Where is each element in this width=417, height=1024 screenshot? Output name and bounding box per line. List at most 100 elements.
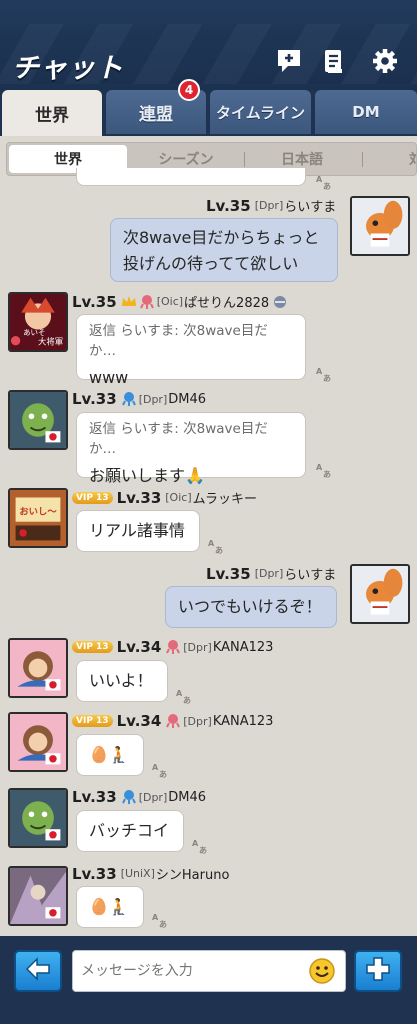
avatar[interactable] <box>8 390 68 450</box>
user-name[interactable]: シンHaruno <box>156 864 230 883</box>
svg-text:あ: あ <box>199 846 207 854</box>
user-level: Lv.33 <box>72 788 117 806</box>
footer-bar <box>0 936 417 1024</box>
avatar[interactable] <box>8 788 68 848</box>
user-level: Lv.35 <box>72 292 117 311</box>
message-text: 投げんの待ってて欲しい <box>123 254 299 273</box>
svg-text:A: A <box>208 539 215 548</box>
svg-text:A: A <box>192 839 199 848</box>
message-author: VIP 13 Lv.33 [Oic] ムラッキー <box>72 488 257 507</box>
message-bubble[interactable]: いつでもいけるぞ！ <box>165 586 337 628</box>
helmet-icon <box>272 294 288 310</box>
tab-world[interactable]: 世界 <box>2 90 102 136</box>
svg-text:あ: あ <box>183 696 191 704</box>
message-bubble[interactable]: 🥚🧎 <box>76 886 144 928</box>
avatar[interactable] <box>8 866 68 926</box>
user-name[interactable]: KANA123 <box>213 714 274 729</box>
avatar[interactable] <box>8 712 68 772</box>
user-guild: [Oic] <box>156 295 184 308</box>
user-level: Lv.34 <box>116 638 162 656</box>
translate-icon[interactable]: Aあ <box>316 366 332 383</box>
new-chat-button[interactable] <box>274 48 304 78</box>
avatar[interactable]: おいし〜 <box>8 488 68 548</box>
user-name[interactable]: DM46 <box>168 392 206 407</box>
message-text: リアル諸事情 <box>89 521 185 540</box>
user-guild: [UniX] <box>120 867 155 880</box>
user-level: Lv.35 <box>206 196 251 215</box>
user-level: Lv.33 <box>116 488 162 507</box>
user-guild: [Oic] <box>165 491 192 504</box>
user-name[interactable]: ムラッキー <box>193 488 257 507</box>
message-bubble[interactable]: リアル諸事情 <box>76 510 200 552</box>
page-title: チャット <box>12 53 124 84</box>
back-arrow-icon <box>23 954 53 988</box>
tab-timeline[interactable]: タイムライン <box>210 90 311 134</box>
message-bubble[interactable]: 🥚🧎 <box>76 734 144 776</box>
new-chat-icon <box>275 47 303 79</box>
subtab-divider <box>244 152 245 167</box>
message-author: VIP 13 Lv.34 [Dpr] KANA123 <box>72 638 273 656</box>
clipboard-icon <box>320 47 348 79</box>
emoji-button[interactable] <box>308 957 336 985</box>
back-button[interactable] <box>14 950 62 992</box>
subtab-divider <box>362 152 363 167</box>
message-bubble[interactable]: 返信 らいすま: 次8wave目だか… お願いします🙏 <box>76 412 306 485</box>
translate-icon[interactable]: Aあ <box>152 762 168 779</box>
translate-icon[interactable]: Aあ <box>316 462 332 479</box>
svg-text:あ: あ <box>215 546 223 554</box>
reply-quote: 返信 らいすま: 次8wave目だか… <box>89 421 268 457</box>
translate-icon[interactable]: Aあ <box>192 838 208 855</box>
avatar[interactable] <box>350 196 410 256</box>
tab-dm[interactable]: DM <box>315 90 417 134</box>
user-name[interactable]: DM46 <box>168 790 206 805</box>
clipboard-button[interactable] <box>319 48 349 78</box>
message-author: Lv.35 [Oic] ぱせりん2828 <box>72 292 290 311</box>
message-bubble[interactable]: 返信 らいすま: 次8wave目だか… www <box>76 314 306 387</box>
gear-icon <box>371 47 399 79</box>
message-author: Lv.35 [Dpr] らいすま <box>206 196 336 216</box>
user-level: Lv.35 <box>206 564 251 583</box>
add-button[interactable] <box>354 950 402 992</box>
message-bubble[interactable]: 次8wave目だからちょっと 投げんの待ってて欲しい <box>110 218 338 282</box>
user-level: Lv.34 <box>116 712 162 730</box>
subtab-versus[interactable]: 対 <box>367 143 416 175</box>
user-level: Lv.33 <box>72 864 117 883</box>
svg-text:A: A <box>316 175 323 184</box>
vip-badge: VIP 13 <box>72 641 113 653</box>
user-guild: [Dpr] <box>138 392 168 406</box>
vip-badge: VIP 13 <box>72 491 113 504</box>
alliance-unread-badge: 4 <box>178 79 200 101</box>
reply-quote: 返信 らいすま: 次8wave目だか… <box>89 323 268 359</box>
user-level: Lv.33 <box>72 390 117 408</box>
translate-icon[interactable]: Aあ <box>152 912 168 929</box>
message-author: Lv.33 [Dpr] DM46 <box>72 788 206 806</box>
settings-button[interactable] <box>370 48 400 78</box>
svg-text:あ: あ <box>323 470 331 478</box>
translate-icon[interactable]: Aあ <box>316 174 332 191</box>
octopus-icon <box>165 639 181 655</box>
octopus-icon <box>121 789 137 805</box>
message-author: Lv.33 [UniX] シンHaruno <box>72 864 230 884</box>
user-name[interactable]: らいすま <box>284 564 336 583</box>
message-input[interactable] <box>72 950 346 992</box>
avatar-caption: おいし〜 <box>19 506 57 517</box>
message-text: いいよ！ <box>89 671 153 690</box>
translate-icon[interactable]: Aあ <box>208 538 224 555</box>
translate-icon[interactable]: Aあ <box>176 688 192 705</box>
message-author: Lv.35 [Dpr] らいすま <box>206 564 336 584</box>
avatar[interactable] <box>8 638 68 698</box>
avatar[interactable] <box>350 564 410 624</box>
svg-text:あ: あ <box>323 374 331 382</box>
user-name[interactable]: KANA123 <box>213 640 274 655</box>
octopus-icon <box>139 294 155 310</box>
message-text: お願いします🙏 <box>89 466 205 485</box>
user-name[interactable]: ぱせりん2828 <box>184 292 269 311</box>
avatar[interactable]: あいそ 大将軍 <box>8 292 68 352</box>
message-author: VIP 13 Lv.34 [Dpr] KANA123 <box>72 712 273 730</box>
message-bubble[interactable]: いいよ！ <box>76 660 168 702</box>
user-name[interactable]: らいすま <box>284 196 336 215</box>
svg-text:A: A <box>152 913 159 922</box>
message-bubble-cutoff <box>76 168 306 186</box>
message-bubble[interactable]: バッチコイ <box>76 810 184 852</box>
main-tabs: 世界 連盟 タイムライン DM <box>0 90 417 136</box>
